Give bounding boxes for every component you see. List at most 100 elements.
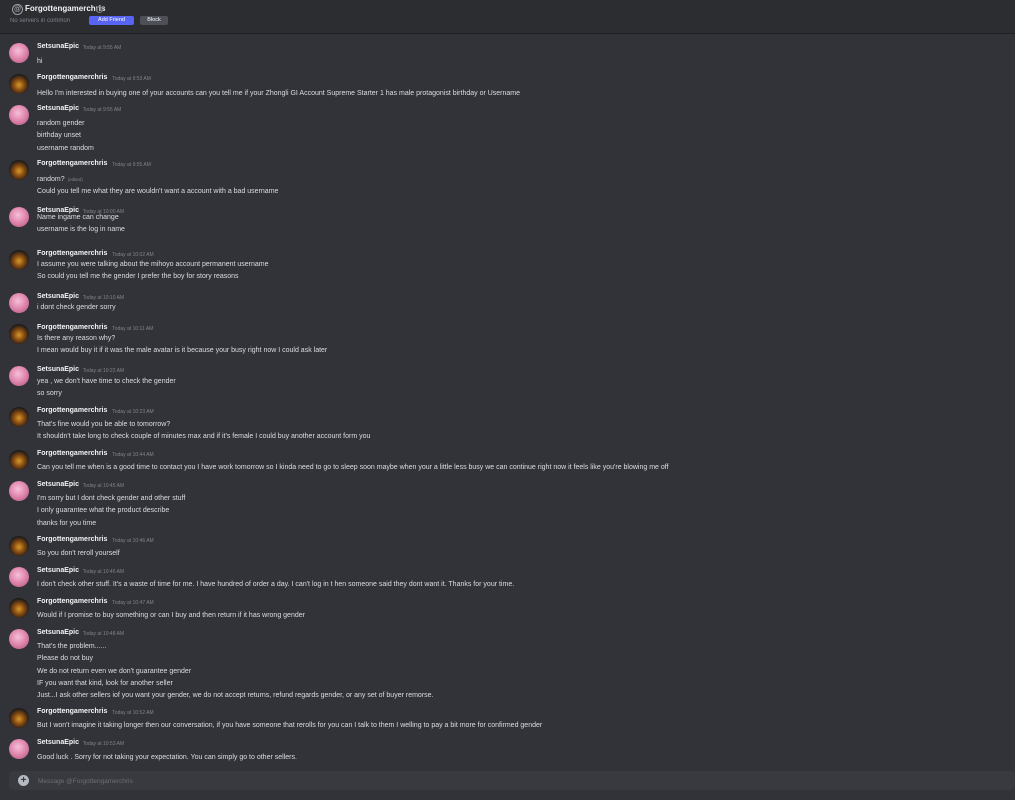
message-text-content: That's the problem...... (37, 643, 107, 650)
message-author[interactable]: Forgottengamerchris (37, 450, 107, 457)
message-text-content: username random (37, 144, 94, 152)
message-text-content: But I won't imagine it taking longer the… (37, 722, 543, 729)
message-author[interactable]: Forgottengamerchris (37, 74, 107, 81)
message-author[interactable]: Forgottengamerchris (37, 536, 107, 543)
avatar[interactable] (9, 207, 29, 227)
mutual-servers-text: No servers in common (10, 18, 71, 24)
message-author[interactable]: Forgottengamerchris (37, 407, 107, 414)
message-text-content: yea , we don't have time to check the ge… (37, 378, 176, 385)
avatar[interactable] (9, 481, 29, 501)
message-timestamp: Today at 10:52 AM (112, 710, 154, 716)
message-timestamp: Today at 10:45 AM (82, 483, 125, 489)
message-text-content: I don't check other stuff. It's a waste … (37, 581, 515, 588)
avatar[interactable] (9, 366, 29, 386)
message-timestamp: Today at 10:02 AM (112, 252, 154, 258)
message-text-content: I assume you were talking about the miho… (37, 261, 269, 268)
message-text-content: It shouldn't take long to check couple o… (37, 433, 371, 441)
message-text-content: so sorry (37, 390, 62, 398)
message-input[interactable] (36, 774, 940, 789)
message-text: Name ingame can change (37, 214, 119, 221)
message-author[interactable]: SetsunaEpic (37, 293, 79, 300)
message-text: Can you tell me when is a good time to c… (37, 464, 669, 471)
message-author[interactable]: Forgottengamerchris (37, 324, 107, 331)
message-text-content: random? (37, 176, 65, 183)
at-sign-icon: @ (12, 4, 23, 15)
message-text-content: Can you tell me when is a good time to c… (37, 464, 669, 471)
avatar[interactable] (9, 629, 29, 649)
message-text-content: Would if I promise to buy something or c… (37, 612, 305, 619)
message-text-content: Is there any reason why? (37, 335, 116, 342)
message-text-content: username is the log in name (37, 226, 125, 234)
message-text: i dont check gender sorry (37, 304, 116, 311)
avatar[interactable] (9, 567, 29, 587)
message-timestamp: Today at 10:48 AM (82, 631, 125, 637)
message-author[interactable]: SetsunaEpic (37, 481, 79, 488)
message-text: Would if I promise to buy something or c… (37, 612, 305, 619)
avatar[interactable] (9, 293, 29, 313)
avatar[interactable] (9, 708, 29, 728)
add-attachment-icon[interactable]: + (18, 775, 29, 786)
message-author[interactable]: SetsunaEpic (37, 739, 79, 746)
message-text: birthday unset (37, 132, 81, 139)
message-author[interactable]: SetsunaEpic (37, 567, 79, 574)
message-text: Just...I ask other sellers iof you want … (37, 692, 434, 699)
message-author[interactable]: SetsunaEpic (37, 105, 79, 112)
message-text-content: thanks for you time (37, 519, 97, 527)
message-text-content: So could you tell me the gender I prefer… (37, 273, 239, 281)
block-button[interactable]: Block (140, 16, 168, 25)
message-author[interactable]: SetsunaEpic (37, 629, 79, 636)
message-text-content: I only guarantee what the product descri… (37, 507, 170, 515)
avatar[interactable] (9, 74, 29, 94)
message-text-content: Good luck . Sorry for not taking your ex… (37, 754, 297, 761)
message-text-content: Name ingame can change (37, 214, 119, 221)
message-text-content: Hello I'm interested in buying one of yo… (37, 90, 521, 97)
avatar[interactable] (9, 250, 29, 270)
message-timestamp: Today at 10:46 AM (82, 569, 125, 575)
message-timestamp: Today at 10:23 AM (112, 409, 154, 415)
message-timestamp: Today at 9:55 AM (82, 45, 122, 51)
message-text-content: Please do not buy (37, 655, 94, 663)
avatar[interactable] (9, 407, 29, 427)
message-timestamp: Today at 10:47 AM (112, 600, 154, 606)
message-text: Is there any reason why? (37, 335, 115, 342)
message-text: Good luck . Sorry for not taking your ex… (37, 754, 297, 761)
message-author[interactable]: SetsunaEpic (37, 43, 79, 50)
message-text-content: i dont check gender sorry (37, 304, 116, 311)
message-author[interactable]: Forgottengamerchris (37, 160, 107, 167)
message-text-content: We do not return even we don't guarantee… (37, 667, 192, 675)
message-timestamp: Today at 9:55 AM (82, 107, 122, 113)
message-text-content: Could you tell me what they are wouldn't… (37, 188, 279, 196)
dm-recipient-name[interactable]: Forgottengamerchris (25, 4, 105, 13)
message-text: thanks for you time (37, 520, 96, 527)
message-text-content: birthday unset (37, 132, 81, 140)
avatar[interactable] (9, 324, 29, 344)
message-text: That's fine would you be able to tomorro… (37, 421, 170, 428)
message-text-content: That's fine would you be able to tomorro… (37, 421, 171, 428)
message-timestamp: Today at 10:10 AM (82, 295, 125, 301)
message-text: It shouldn't take long to check couple o… (37, 433, 370, 440)
message-author[interactable]: SetsunaEpic (37, 207, 79, 214)
avatar[interactable] (9, 450, 29, 470)
edited-label: (edited) (67, 177, 83, 182)
message-text-content: hi (37, 58, 43, 65)
avatar[interactable] (9, 160, 29, 180)
avatar[interactable] (9, 536, 29, 556)
message-text: But I won't imagine it taking longer the… (37, 722, 542, 729)
message-text: I'm sorry but I dont check gender and ot… (37, 495, 185, 502)
message-timestamp: Today at 9:55 AM (112, 162, 151, 168)
add-friend-button[interactable]: Add Friend (89, 16, 134, 25)
message-text: So you don't reroll yourself (37, 550, 120, 557)
message-text-content: I mean would buy it if it was the male a… (37, 347, 328, 355)
avatar[interactable] (9, 43, 29, 63)
avatar[interactable] (9, 739, 29, 759)
message-list: SetsunaEpic Today at 9:55 AM hi Forgottenga… (0, 34, 1015, 762)
message-author[interactable]: SetsunaEpic (37, 366, 79, 373)
avatar[interactable] (9, 598, 29, 618)
message-author[interactable]: Forgottengamerchris (37, 598, 107, 605)
message-text-content: So you don't reroll yourself (37, 550, 120, 557)
avatar[interactable] (9, 105, 29, 125)
message-author[interactable]: Forgottengamerchris (37, 250, 107, 257)
message-author[interactable]: Forgottengamerchris (37, 708, 107, 715)
message-text: I don't check other stuff. It's a waste … (37, 581, 514, 588)
message-timestamp: Today at 10:11 AM (112, 326, 154, 332)
